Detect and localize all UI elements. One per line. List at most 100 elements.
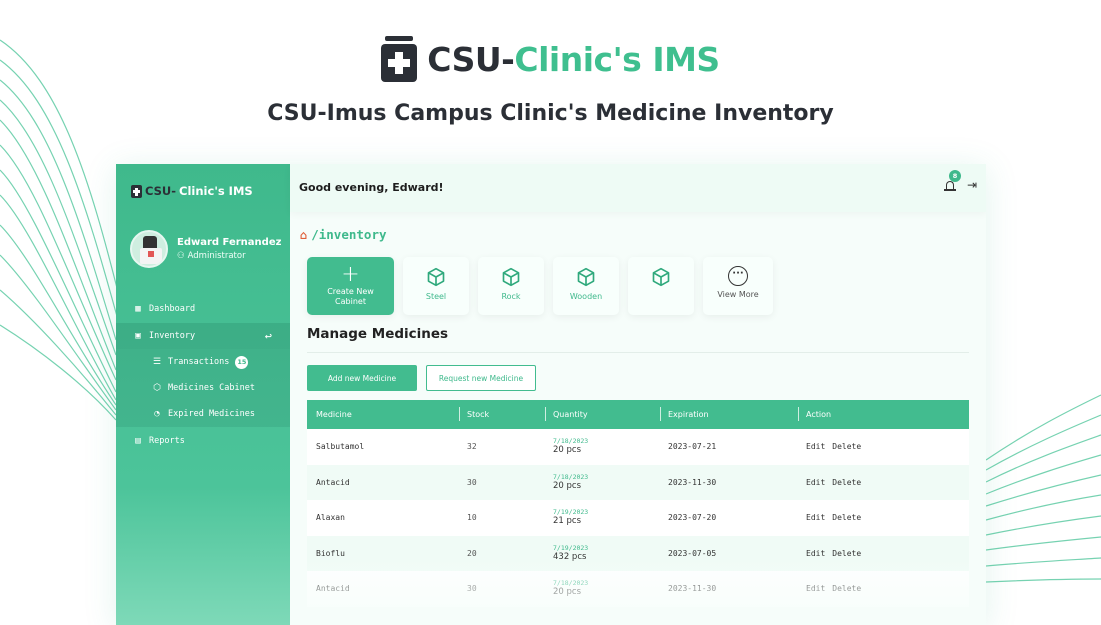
- sidebar-item-medicines-cabinet[interactable]: ⬡ Medicines Cabinet: [116, 375, 290, 401]
- app-window: CSU- Clinic's IMS Edward Fernandez ⚇ Admi…: [116, 164, 986, 625]
- cell-quantity: 7/18/2023 20 pcs: [553, 473, 588, 491]
- delete-button[interactable]: Delete: [832, 442, 861, 451]
- hero-brand-green: Clinic's IMS: [514, 39, 720, 79]
- column-header-quantity[interactable]: Quantity: [545, 407, 588, 421]
- cell-medicine: Salbutamol: [316, 442, 365, 451]
- table-row: Bioflu 20 7/19/2023 432 pcs 2023-07-05 Ed…: [307, 535, 969, 571]
- delete-button[interactable]: Delete: [832, 549, 861, 558]
- sidebar-item-dashboard[interactable]: ▦ Dashboard: [116, 296, 290, 322]
- sidebar-item-label: Transactions: [168, 357, 230, 367]
- quantity-pcs: 20 pcs: [553, 587, 582, 597]
- cube-icon: ⬡: [153, 383, 161, 393]
- table-row: Antacid 30 7/18/2023 20 pcs 2023-11-30 Ed…: [307, 571, 969, 607]
- top-bar: Good evening, Edward! 8 ⇥: [290, 164, 986, 212]
- transactions-count-badge: 15: [235, 355, 249, 369]
- hero-brand-title: CSU-Clinic's IMS: [427, 39, 720, 79]
- card-label: Rock: [501, 292, 521, 301]
- cell-stock: 32: [467, 442, 477, 451]
- edit-button[interactable]: Edit: [806, 549, 825, 558]
- sidebar-item-label: Inventory: [149, 331, 196, 341]
- column-header-expiration[interactable]: Expiration: [660, 407, 709, 421]
- delete-button[interactable]: Delete: [832, 513, 861, 522]
- greeting: Good evening, Edward!: [299, 181, 444, 194]
- sidebar-item-label: Reports: [149, 436, 185, 446]
- cell-medicine: Antacid: [316, 477, 350, 487]
- sidebar-brand-green: Clinic's IMS: [179, 184, 253, 198]
- page-title: Manage Medicines: [307, 326, 449, 342]
- cell-medicine: Alaxan: [316, 513, 345, 522]
- table-row: Salbutamol 32 7/18/2023 20 pcs 2023-07-21…: [307, 429, 969, 465]
- table-header: Medicine Stock Quantity Expiration Actio…: [307, 400, 969, 429]
- document-icon: ▤: [135, 436, 141, 446]
- cell-actions: Edit Delete: [806, 513, 868, 522]
- sidebar-brand[interactable]: CSU- Clinic's IMS: [131, 184, 253, 198]
- plus-icon: +: [341, 262, 360, 287]
- cell-medicine: Antacid: [316, 584, 350, 593]
- logout-icon[interactable]: ⇥: [967, 178, 977, 192]
- breadcrumb: ⌂ /inventory: [300, 227, 387, 242]
- medicines-table: Medicine Stock Quantity Expiration Actio…: [307, 400, 969, 607]
- edit-button[interactable]: Edit: [806, 584, 825, 593]
- cabinet-card-wooden[interactable]: Wooden: [553, 257, 619, 315]
- notification-count-badge: 8: [949, 170, 961, 182]
- edit-button[interactable]: Edit: [806, 442, 825, 451]
- brand-logo-icon: [131, 184, 142, 198]
- table-row: Antacid 30 7/18/2023 20 pcs 2023-11-30 Ed…: [307, 464, 969, 500]
- cell-quantity: 7/19/2023 432 pcs: [553, 544, 588, 562]
- cube-icon: [652, 267, 670, 287]
- dashboard-icon: ▦: [135, 304, 141, 314]
- sidebar: CSU- Clinic's IMS Edward Fernandez ⚇ Admi…: [116, 164, 290, 625]
- table-body: Salbutamol 32 7/18/2023 20 pcs 2023-07-21…: [307, 429, 969, 607]
- cabinet-card-rock[interactable]: Rock: [478, 257, 544, 315]
- divider: [307, 352, 969, 353]
- hero-subtitle: CSU-Imus Campus Clinic's Medicine Invent…: [267, 101, 834, 126]
- hero-brand-dark: CSU-: [427, 39, 515, 79]
- sidebar-item-label: Expired Medicines: [168, 409, 255, 419]
- profile-role-label: Administrator: [187, 251, 246, 261]
- card-label: View More: [717, 290, 759, 299]
- cabinet-cards: + Create New Cabinet Steel Rock Wooden ·…: [307, 257, 773, 315]
- edit-button[interactable]: Edit: [806, 513, 825, 522]
- user-role-icon: ⚇: [177, 251, 185, 261]
- sidebar-item-label: Medicines Cabinet: [168, 383, 255, 393]
- table-row: Alaxan 10 7/19/2023 21 pcs 2023-07-20 Edi…: [307, 500, 969, 536]
- column-header-stock[interactable]: Stock: [458, 407, 489, 421]
- cell-expiration: 2023-07-21: [668, 442, 717, 451]
- sidebar-item-inventory[interactable]: ▣ Inventory ↩: [116, 323, 290, 349]
- delete-button[interactable]: Delete: [832, 478, 861, 487]
- add-medicine-button[interactable]: Add new Medicine: [307, 365, 417, 391]
- quantity-pcs: 20 pcs: [553, 445, 582, 455]
- delete-button[interactable]: Delete: [832, 584, 861, 593]
- cell-actions: Edit Delete: [806, 584, 868, 593]
- avatar: [130, 230, 168, 268]
- request-medicine-button[interactable]: Request new Medicine: [426, 365, 536, 391]
- edit-button[interactable]: Edit: [806, 478, 825, 487]
- return-arrow-icon[interactable]: ↩: [265, 329, 272, 343]
- cube-icon: [577, 267, 595, 287]
- create-cabinet-button[interactable]: + Create New Cabinet: [307, 257, 394, 315]
- user-profile[interactable]: Edward Fernandez ⚇ Administrator: [130, 230, 282, 270]
- column-header-action[interactable]: Action: [797, 407, 831, 421]
- cell-actions: Edit Delete: [806, 478, 868, 487]
- cabinet-card-unnamed[interactable]: [628, 257, 694, 315]
- column-header-medicine[interactable]: Medicine: [316, 410, 352, 419]
- home-icon[interactable]: ⌂: [300, 228, 307, 242]
- profile-name: Edward Fernandez: [177, 237, 282, 248]
- quantity-pcs: 20 pcs: [553, 480, 582, 491]
- sidebar-item-transactions[interactable]: ☰ Transactions 15: [116, 349, 290, 375]
- view-more-button[interactable]: ··· View More: [703, 257, 773, 315]
- breadcrumb-path[interactable]: /inventory: [311, 227, 386, 242]
- notification-bell-icon[interactable]: 8: [944, 170, 961, 193]
- medicine-cabinet-logo-icon: [381, 36, 418, 82]
- cell-stock: 20: [467, 548, 477, 558]
- cabinet-card-steel[interactable]: Steel: [403, 257, 469, 315]
- sidebar-brand-dark: CSU-: [145, 184, 177, 198]
- hero-brand: CSU-Clinic's IMS: [0, 36, 1101, 82]
- cell-quantity: 7/18/2023 20 pcs: [553, 579, 588, 597]
- sidebar-item-reports[interactable]: ▤ Reports: [116, 428, 290, 454]
- cell-quantity: 7/19/2023 21 pcs: [553, 508, 588, 526]
- sidebar-item-expired-medicines[interactable]: ◔ Expired Medicines: [116, 401, 290, 427]
- cell-expiration: 2023-07-20: [668, 513, 717, 522]
- cell-actions: Edit Delete: [806, 442, 868, 451]
- cell-medicine: Bioflu: [316, 548, 345, 558]
